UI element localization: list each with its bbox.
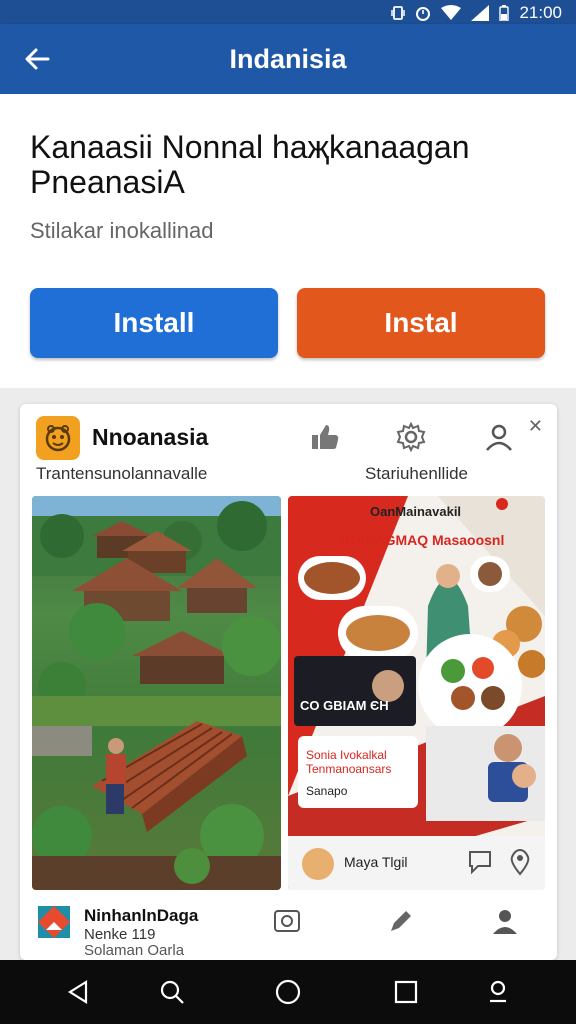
close-icon[interactable]: ✕ bbox=[528, 416, 543, 437]
thumbs-up-icon[interactable] bbox=[308, 420, 342, 454]
signal-icon bbox=[471, 5, 490, 21]
location-pin-icon[interactable] bbox=[508, 848, 532, 881]
app-logo-icon bbox=[36, 416, 80, 460]
edit-pencil-icon[interactable] bbox=[386, 906, 416, 936]
clock: 21:00 bbox=[519, 3, 562, 22]
promo-box1-text: CO GBIAM ЄH bbox=[300, 698, 389, 713]
nav-home-icon[interactable] bbox=[274, 978, 302, 1006]
status-bar: 21:00 bbox=[0, 0, 576, 24]
promo-box2-line1: Sonia Ivokalkal bbox=[306, 748, 387, 762]
footer-name: NinhanlnDaga bbox=[84, 906, 199, 925]
nav-back-icon[interactable] bbox=[64, 978, 92, 1006]
settings-gear-icon[interactable] bbox=[394, 420, 428, 454]
profile-icon[interactable] bbox=[482, 420, 516, 454]
hero-subline: Stilakar inokallinad bbox=[30, 218, 214, 243]
village-photo[interactable] bbox=[32, 496, 281, 890]
promo-top-title: OanMainavakil bbox=[370, 504, 462, 519]
promo-box2-line2: Tenmanoansars bbox=[306, 762, 392, 776]
hero-headline: Kanaasii Nonnal haҗkanaagan PneanasiA bbox=[30, 129, 470, 200]
install-button-blue[interactable]: Install bbox=[30, 288, 278, 358]
account-icon[interactable] bbox=[490, 906, 520, 936]
card-footer: NinhanlnDaga Nenke 119 Solaman Oarla bbox=[20, 898, 557, 960]
promo-banner[interactable]: OanMainavakil ƎKAлAGMAQ Masaoosnl CO GBI… bbox=[288, 496, 545, 890]
app-card: Nnoanasia ✕ Trantensunolannavalle Stariu… bbox=[20, 404, 557, 960]
chat-icon[interactable] bbox=[466, 848, 494, 881]
alarm-icon bbox=[415, 5, 431, 21]
caption-left: Trantensunolannavalle bbox=[36, 464, 208, 483]
app-bar-title: Indanisia bbox=[229, 44, 347, 74]
caption-right: Stariuhenllide bbox=[365, 464, 469, 483]
nav-assistant-icon[interactable] bbox=[484, 978, 512, 1006]
vibrate-icon bbox=[391, 5, 406, 21]
hero-section: Kanaasii Nonnal haҗkanaagan PneanasiA St… bbox=[0, 94, 576, 388]
promo-banner-text: ƎKAлAGMAQ Masaoosnl bbox=[336, 532, 505, 548]
camera-icon[interactable] bbox=[272, 906, 302, 936]
system-nav-bar bbox=[0, 960, 576, 1024]
footer-subtitle: Nenke 119 bbox=[84, 926, 156, 943]
brand-logo-icon bbox=[36, 904, 72, 940]
nav-recents-icon[interactable] bbox=[392, 978, 420, 1006]
battery-icon bbox=[499, 5, 510, 21]
app-name: Nnoanasia bbox=[92, 424, 209, 450]
wifi-icon bbox=[441, 5, 462, 21]
promo-bottom-name: Maya Tlgil bbox=[344, 854, 408, 870]
app-bar: Indanisia bbox=[0, 24, 576, 94]
footer-subtitle-2: Solaman Oarla bbox=[84, 942, 185, 959]
install-button-orange[interactable]: Instal bbox=[297, 288, 545, 358]
promo-box2-tag: Sanapo bbox=[306, 784, 348, 798]
nav-search-icon[interactable] bbox=[158, 978, 186, 1006]
